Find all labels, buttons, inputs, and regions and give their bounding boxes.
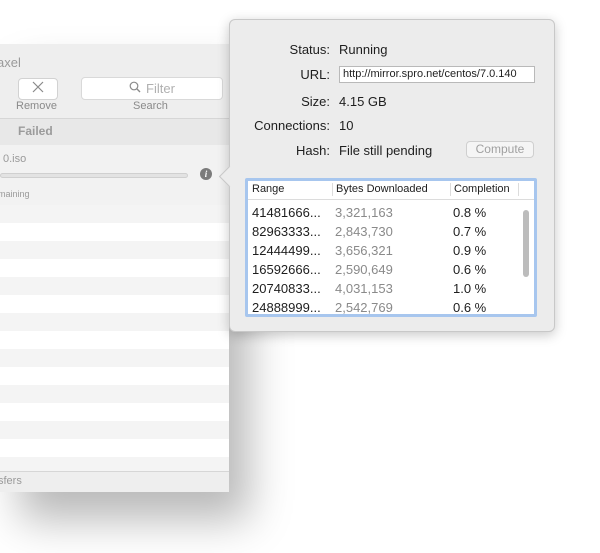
search-icon bbox=[129, 81, 141, 96]
status-value: Running bbox=[339, 42, 388, 57]
table-row[interactable]: 24888999... 2,542,769 0.6 % bbox=[248, 300, 534, 315]
column-divider bbox=[332, 183, 333, 196]
hash-label: Hash: bbox=[296, 143, 330, 158]
remove-label: Remove bbox=[16, 100, 57, 112]
table-body: 41481666... 3,321,163 0.8 % 82963333... … bbox=[248, 205, 534, 315]
cell-bytes: 4,031,153 bbox=[335, 281, 393, 296]
hash-value: File still pending bbox=[339, 143, 433, 158]
search-label: Search bbox=[133, 100, 168, 112]
connections-value: 10 bbox=[339, 118, 354, 133]
footer-label: sfers bbox=[0, 475, 22, 487]
cell-completion: 0.6 % bbox=[453, 300, 487, 315]
url-field[interactable]: http://mirror.spro.net/centos/7.0.140 bbox=[339, 66, 535, 83]
cell-bytes: 2,590,649 bbox=[335, 262, 393, 277]
compute-button[interactable]: Compute bbox=[466, 141, 534, 158]
table-row[interactable]: 20740833... 4,031,153 1.0 % bbox=[248, 281, 534, 300]
window-title: axel bbox=[0, 55, 21, 70]
download-progress-bar bbox=[0, 173, 188, 178]
search-placeholder: Filter bbox=[146, 81, 175, 96]
status-label: Status: bbox=[289, 42, 330, 57]
cell-bytes: 2,843,730 bbox=[335, 224, 393, 239]
empty-list-rows bbox=[0, 205, 229, 471]
size-label: Size: bbox=[301, 94, 330, 109]
table-row[interactable]: 12444499... 3,656,321 0.9 % bbox=[248, 243, 534, 262]
cell-range: 16592666... bbox=[252, 262, 321, 277]
cell-completion: 0.7 % bbox=[453, 224, 487, 239]
toolbar: axel Remove Filter Search bbox=[0, 44, 229, 118]
cell-completion: 0.8 % bbox=[453, 205, 487, 220]
column-divider bbox=[450, 183, 451, 196]
filter-tabs: Failed bbox=[0, 118, 229, 146]
tab-failed[interactable]: Failed bbox=[18, 124, 53, 138]
table-scrollbar[interactable] bbox=[523, 210, 529, 277]
download-filename: 0.iso bbox=[3, 153, 27, 165]
table-header: Range Bytes Downloaded Completion bbox=[248, 181, 534, 200]
search-input[interactable]: Filter bbox=[81, 77, 223, 100]
column-header-bytes[interactable]: Bytes Downloaded bbox=[336, 183, 428, 195]
column-divider bbox=[518, 183, 519, 196]
cell-range: 82963333... bbox=[252, 224, 321, 239]
cell-range: 20740833... bbox=[252, 281, 321, 296]
close-icon bbox=[32, 80, 44, 98]
url-label: URL: bbox=[300, 67, 330, 82]
cell-bytes: 2,542,769 bbox=[335, 300, 393, 315]
cell-bytes: 3,321,163 bbox=[335, 205, 393, 220]
table-row[interactable]: 82963333... 2,843,730 0.7 % bbox=[248, 224, 534, 243]
table-row[interactable]: 16592666... 2,590,649 0.6 % bbox=[248, 262, 534, 281]
download-remaining: maining bbox=[0, 189, 30, 199]
cell-completion: 0.6 % bbox=[453, 262, 487, 277]
download-info-popover: Status: Running URL: http://mirror.spro.… bbox=[218, 19, 555, 332]
cell-range: 12444499... bbox=[252, 243, 321, 258]
cell-range: 24888999... bbox=[252, 300, 321, 315]
main-window: axel Remove Filter Search Failed 0.iso m… bbox=[0, 44, 229, 492]
table-row[interactable]: 41481666... 3,321,163 0.8 % bbox=[248, 205, 534, 224]
cell-bytes: 3,656,321 bbox=[335, 243, 393, 258]
cell-completion: 0.9 % bbox=[453, 243, 487, 258]
download-row[interactable]: 0.iso maining bbox=[0, 145, 229, 205]
column-header-completion[interactable]: Completion bbox=[454, 183, 510, 195]
status-bar: sfers bbox=[0, 471, 229, 492]
column-header-range[interactable]: Range bbox=[252, 183, 284, 195]
info-icon[interactable]: i bbox=[200, 168, 212, 180]
connections-label: Connections: bbox=[254, 118, 330, 133]
remove-button[interactable] bbox=[18, 78, 58, 100]
cell-completion: 1.0 % bbox=[453, 281, 487, 296]
cell-range: 41481666... bbox=[252, 205, 321, 220]
size-value: 4.15 GB bbox=[339, 94, 387, 109]
connections-table[interactable]: Range Bytes Downloaded Completion 414816… bbox=[245, 178, 537, 317]
